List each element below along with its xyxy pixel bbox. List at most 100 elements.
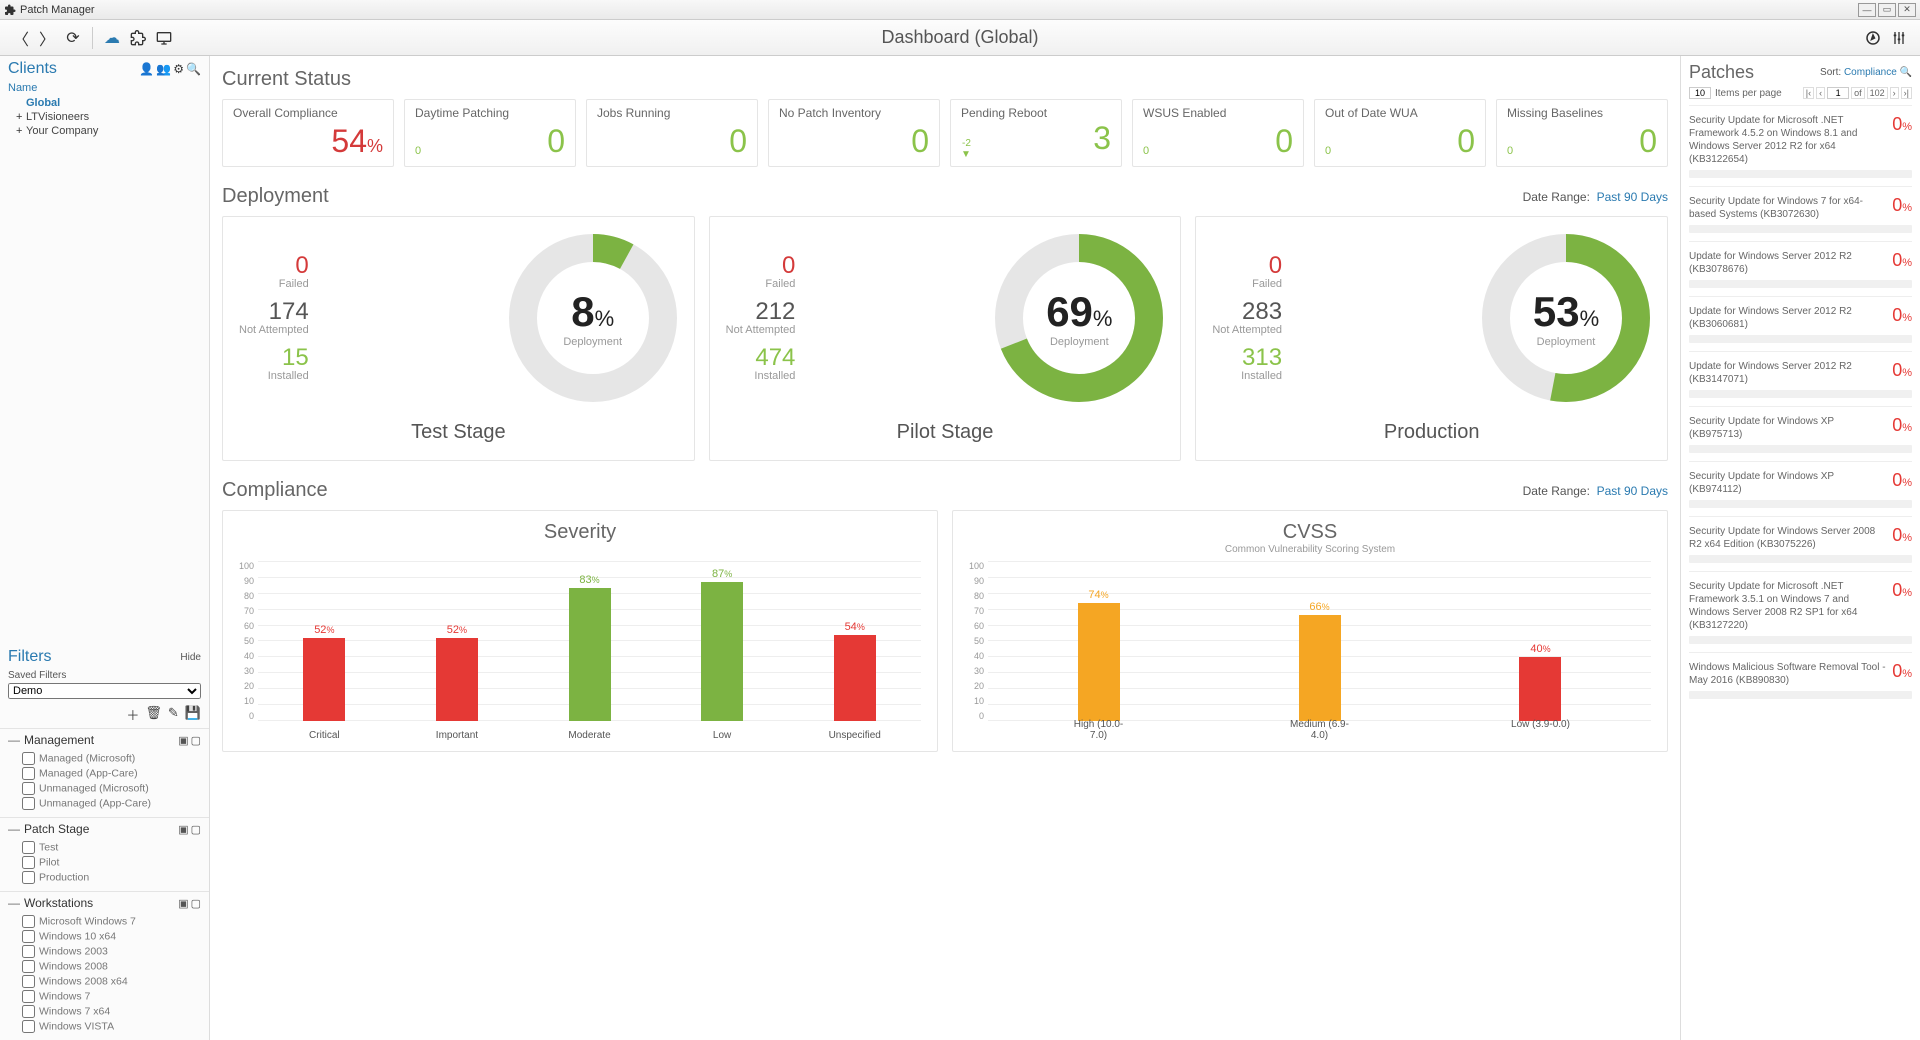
- status-card[interactable]: Pending Reboot-2▼3: [950, 99, 1122, 167]
- filter-group-head[interactable]: —Management▣▢: [0, 729, 209, 751]
- filter-option[interactable]: Windows 2008 x64: [22, 974, 201, 989]
- status-card[interactable]: Missing Baselines00: [1496, 99, 1668, 167]
- plugin-icon[interactable]: [127, 27, 149, 49]
- filters-panel: Filters Hide Saved Filters Demo ＋ 🗑 ✎ 💾 …: [0, 644, 209, 1040]
- patch-item[interactable]: Security Update for Windows 7 for x64-ba…: [1689, 186, 1912, 241]
- bar-chart: 1009080706050403020100 74%66%40%High (10…: [969, 561, 1651, 741]
- status-card[interactable]: No Patch Inventory0: [768, 99, 940, 167]
- edit-filter-icon[interactable]: ✎: [168, 705, 179, 724]
- clear-icon[interactable]: ▢: [191, 823, 201, 836]
- patches-title: Patches: [1689, 62, 1754, 83]
- monitor-icon[interactable]: [153, 27, 175, 49]
- clear-icon[interactable]: ▢: [191, 734, 201, 747]
- status-card[interactable]: Jobs Running0: [586, 99, 758, 167]
- filter-option[interactable]: Unmanaged (Microsoft): [22, 781, 201, 796]
- per-page-label: Items per page: [1715, 88, 1782, 99]
- filter-option[interactable]: Managed (Microsoft): [22, 751, 201, 766]
- hide-filters[interactable]: Hide: [180, 652, 201, 663]
- patch-item[interactable]: Update for Windows Server 2012 R2 (KB314…: [1689, 351, 1912, 406]
- compliance-title: Compliance: [222, 479, 328, 502]
- select-all-icon[interactable]: ▣: [178, 734, 188, 747]
- range-label: Date Range:: [1523, 190, 1590, 204]
- filter-group: —Management▣▢Managed (Microsoft)Managed …: [0, 728, 209, 817]
- tree-item-global[interactable]: Global: [16, 96, 201, 110]
- filter-option[interactable]: Test: [22, 840, 201, 855]
- app-icon: [4, 4, 16, 16]
- deploy-card: 0Failed 212Not Attempted 474Installed 69…: [709, 216, 1182, 461]
- patch-item[interactable]: Security Update for Windows XP (KB974112…: [1689, 461, 1912, 516]
- search-icon[interactable]: 🔍: [1900, 67, 1912, 78]
- patch-item[interactable]: Security Update for Microsoft .NET Frame…: [1689, 105, 1912, 186]
- select-all-icon[interactable]: ▣: [178, 897, 188, 910]
- filter-option[interactable]: Windows VISTA: [22, 1019, 201, 1034]
- users-icon[interactable]: 👥: [156, 62, 171, 76]
- target-icon[interactable]: [1862, 27, 1884, 49]
- content-area: Current Status Overall Compliance54%Dayt…: [210, 56, 1680, 1040]
- filter-option[interactable]: Windows 2008: [22, 959, 201, 974]
- filter-option[interactable]: Unmanaged (App-Care): [22, 796, 201, 811]
- next-page-button[interactable]: ›: [1890, 87, 1899, 99]
- filter-option[interactable]: Microsoft Windows 7: [22, 914, 201, 929]
- tree-item[interactable]: +Your Company: [16, 124, 201, 138]
- gear-icon[interactable]: ⚙: [173, 62, 184, 76]
- deploy-card: 0Failed 283Not Attempted 313Installed 53…: [1195, 216, 1668, 461]
- saved-filters-select[interactable]: Demo: [8, 683, 201, 699]
- donut-chart: 69%Deployment: [994, 233, 1164, 403]
- saved-filters-label: Saved Filters: [0, 670, 209, 681]
- filter-group-head[interactable]: —Workstations▣▢: [0, 892, 209, 914]
- compliance-row: Severity 1009080706050403020100 52%52%83…: [222, 510, 1668, 752]
- separator: [92, 27, 93, 49]
- maximize-button[interactable]: ▭: [1878, 3, 1896, 17]
- tree-item[interactable]: +LTVisioneers: [16, 110, 201, 124]
- refresh-button[interactable]: ⟳: [62, 27, 84, 49]
- patch-item[interactable]: Windows Malicious Software Removal Tool …: [1689, 652, 1912, 707]
- filter-option[interactable]: Production: [22, 870, 201, 885]
- date-range-link[interactable]: Past 90 Days: [1597, 484, 1668, 498]
- back-button[interactable]: 〈: [10, 27, 32, 49]
- forward-button[interactable]: 〉: [36, 27, 58, 49]
- filter-option[interactable]: Managed (App-Care): [22, 766, 201, 781]
- filter-option[interactable]: Windows 7: [22, 989, 201, 1004]
- patch-item[interactable]: Security Update for Windows XP (KB975713…: [1689, 406, 1912, 461]
- filter-option[interactable]: Pilot: [22, 855, 201, 870]
- filter-group: —Workstations▣▢Microsoft Windows 7Window…: [0, 891, 209, 1040]
- patch-item[interactable]: Update for Windows Server 2012 R2 (KB306…: [1689, 296, 1912, 351]
- name-label: Name: [0, 82, 209, 94]
- add-filter-icon[interactable]: ＋: [126, 705, 139, 724]
- page-title: Dashboard (Global): [881, 27, 1038, 48]
- close-button[interactable]: ✕: [1898, 3, 1916, 17]
- select-all-icon[interactable]: ▣: [178, 823, 188, 836]
- cloud-icon[interactable]: ☁: [101, 27, 123, 49]
- sort-link[interactable]: Compliance: [1844, 67, 1897, 78]
- prev-page-button[interactable]: ‹: [1816, 87, 1825, 99]
- filter-option[interactable]: Windows 2003: [22, 944, 201, 959]
- minimize-button[interactable]: —: [1858, 3, 1876, 17]
- delete-filter-icon[interactable]: 🗑: [145, 705, 162, 724]
- filter-option[interactable]: Windows 7 x64: [22, 1004, 201, 1019]
- status-card[interactable]: Overall Compliance54%: [222, 99, 394, 167]
- status-card[interactable]: Out of Date WUA00: [1314, 99, 1486, 167]
- donut-chart: 53%Deployment: [1481, 233, 1651, 403]
- deploy-row: 0Failed 174Not Attempted 15Installed 8%D…: [222, 216, 1668, 461]
- status-card[interactable]: WSUS Enabled00: [1132, 99, 1304, 167]
- first-page-button[interactable]: |‹: [1803, 87, 1814, 99]
- status-row: Overall Compliance54%Daytime Patching00J…: [222, 99, 1668, 167]
- items-per-page-input[interactable]: [1689, 87, 1711, 99]
- user-icon[interactable]: 👤: [139, 62, 154, 76]
- patches-panel: Patches Sort: Compliance 🔍 Items per pag…: [1680, 56, 1920, 1040]
- main-toolbar: 〈 〉 ⟳ ☁ Dashboard (Global): [0, 20, 1920, 56]
- compliance-card: CVSSCommon Vulnerability Scoring System …: [952, 510, 1668, 752]
- last-page-button[interactable]: ›|: [1901, 87, 1912, 99]
- status-card[interactable]: Daytime Patching00: [404, 99, 576, 167]
- filter-option[interactable]: Windows 10 x64: [22, 929, 201, 944]
- save-filter-icon[interactable]: 💾: [185, 705, 201, 724]
- patch-item[interactable]: Update for Windows Server 2012 R2 (KB307…: [1689, 241, 1912, 296]
- clear-icon[interactable]: ▢: [191, 897, 201, 910]
- search-icon[interactable]: 🔍: [186, 62, 201, 76]
- page-input[interactable]: [1827, 87, 1849, 99]
- settings-icon[interactable]: [1888, 27, 1910, 49]
- patch-item[interactable]: Security Update for Microsoft .NET Frame…: [1689, 571, 1912, 652]
- patch-item[interactable]: Security Update for Windows Server 2008 …: [1689, 516, 1912, 571]
- filter-group-head[interactable]: —Patch Stage▣▢: [0, 818, 209, 840]
- date-range-link[interactable]: Past 90 Days: [1597, 190, 1668, 204]
